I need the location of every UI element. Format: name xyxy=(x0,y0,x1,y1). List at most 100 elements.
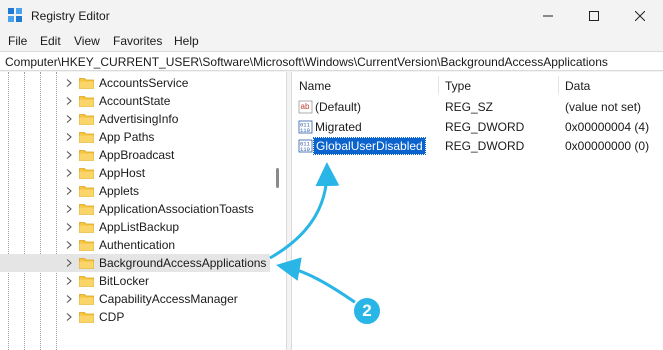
close-button[interactable] xyxy=(617,0,663,31)
minimize-icon xyxy=(543,15,553,16)
folder-icon xyxy=(79,312,94,323)
tree-item[interactable]: Applets xyxy=(0,182,270,200)
value-data: (value not set) xyxy=(565,100,642,114)
tree-item-label: CapabilityAccessManager xyxy=(99,292,238,306)
tree-item-label: App Paths xyxy=(99,130,155,144)
maximize-button[interactable] xyxy=(571,0,617,31)
folder-icon xyxy=(79,168,94,179)
value-row[interactable]: 011 110 GlobalUserDisabled REG_DWORD 0x00000… xyxy=(292,137,663,156)
tree-item-label: AppHost xyxy=(99,166,146,180)
folder-icon xyxy=(79,114,94,125)
chevron-right-icon[interactable] xyxy=(66,97,72,105)
chevron-right-icon[interactable] xyxy=(66,151,72,159)
value-type: REG_SZ xyxy=(445,100,494,114)
menu-bar: File Edit View Favorites Help xyxy=(0,31,663,51)
tree-item[interactable]: BitLocker xyxy=(0,272,270,290)
menu-favorites[interactable]: Favorites xyxy=(113,34,162,48)
binary-value-icon: 011110 xyxy=(298,120,313,134)
tree-item[interactable]: AccountState xyxy=(0,92,270,110)
folder-icon xyxy=(79,222,94,233)
value-data: 0x00000000 (0) xyxy=(565,139,650,153)
value-row[interactable]: 011 110 Migrated REG_DWORD 0x00000004 (4) xyxy=(292,118,663,137)
menu-help[interactable]: Help xyxy=(174,34,199,48)
binary-value-icon: 011110 xyxy=(298,139,313,153)
chevron-right-icon[interactable] xyxy=(66,241,72,249)
tree-item[interactable]: Authentication xyxy=(0,236,270,254)
column-divider[interactable] xyxy=(438,76,439,94)
menu-file[interactable]: File xyxy=(8,34,27,48)
tree-item[interactable]: AdvertisingInfo xyxy=(0,110,270,128)
tree-item-label: AdvertisingInfo xyxy=(99,112,179,126)
tree-item[interactable]: AppHost xyxy=(0,164,270,182)
chevron-right-icon[interactable] xyxy=(66,187,72,195)
chevron-right-icon[interactable] xyxy=(66,115,72,123)
column-header-type[interactable]: Type xyxy=(445,79,471,93)
chevron-right-icon[interactable] xyxy=(66,205,72,213)
tree-item[interactable]: CDP xyxy=(0,308,270,326)
step-badge: 2 xyxy=(352,296,382,326)
svg-text:110: 110 xyxy=(300,146,310,153)
maximize-icon xyxy=(589,10,599,21)
svg-text:ab: ab xyxy=(301,102,310,111)
chevron-right-icon[interactable] xyxy=(66,133,72,141)
column-header-data[interactable]: Data xyxy=(565,79,590,93)
tree-item-label: AppBroadcast xyxy=(99,148,175,162)
value-name[interactable]: GlobalUserDisabled xyxy=(313,137,426,155)
string-value-icon: ab xyxy=(298,100,313,114)
svg-text:110: 110 xyxy=(300,127,310,134)
folder-icon xyxy=(79,96,94,107)
tree-item-label: Applets xyxy=(99,184,140,198)
chevron-right-icon[interactable] xyxy=(66,223,72,231)
tree-item[interactable]: AccountsService xyxy=(0,74,270,92)
scroll-thumb[interactable] xyxy=(276,168,279,188)
tree-item[interactable]: AppBroadcast xyxy=(0,146,270,164)
value-data: 0x00000004 (4) xyxy=(565,119,650,134)
registry-editor-icon xyxy=(8,8,22,22)
close-icon xyxy=(635,10,645,21)
value-type: REG_DWORD xyxy=(445,119,525,134)
tree-item[interactable]: AppListBackup xyxy=(0,218,270,236)
tree-item-label: AccountState xyxy=(99,94,171,108)
address-bar[interactable]: Computer\HKEY_CURRENT_USER\Software\Micr… xyxy=(0,51,663,71)
title-bar: Registry Editor xyxy=(0,0,663,31)
value-name[interactable]: (Default) xyxy=(314,100,362,114)
window-title: Registry Editor xyxy=(31,9,110,23)
chevron-right-icon[interactable] xyxy=(66,79,72,87)
chevron-right-icon[interactable] xyxy=(66,313,72,321)
menu-edit[interactable]: Edit xyxy=(40,34,61,48)
column-divider[interactable] xyxy=(558,76,559,94)
folder-icon xyxy=(79,78,94,89)
tree-item-label: ApplicationAssociationToasts xyxy=(99,202,254,216)
value-name[interactable]: Migrated xyxy=(314,120,363,134)
chevron-right-icon[interactable] xyxy=(66,277,72,285)
value-list[interactable]: Name Type Data ab (Default) REG_SZ (value n… xyxy=(291,72,663,350)
chevron-right-icon[interactable] xyxy=(66,295,72,303)
folder-icon xyxy=(79,276,94,287)
tree-item-label: BackgroundAccessApplications xyxy=(99,256,267,270)
folder-icon xyxy=(79,132,94,143)
tree-scrollbar[interactable] xyxy=(271,72,285,350)
tree-item-label: CDP xyxy=(99,310,125,324)
menu-view[interactable]: View xyxy=(74,34,100,48)
value-type: REG_DWORD xyxy=(445,139,525,153)
address-path: Computer\HKEY_CURRENT_USER\Software\Micr… xyxy=(5,55,608,69)
value-row[interactable]: ab (Default) REG_SZ (value not set) xyxy=(292,98,663,117)
tree-item[interactable]: App Paths xyxy=(0,128,270,146)
column-header-name[interactable]: Name xyxy=(299,79,331,93)
key-tree[interactable]: AccountsService AccountState AdvertisingIn… xyxy=(0,72,287,350)
folder-icon xyxy=(79,240,94,251)
minimize-button[interactable] xyxy=(525,0,571,31)
tree-item[interactable]: ApplicationAssociationToasts xyxy=(0,200,270,218)
tree-item-label: Authentication xyxy=(99,238,176,252)
tree-item-label: AppListBackup xyxy=(99,220,180,234)
tree-item[interactable]: BackgroundAccessApplications xyxy=(0,254,270,272)
chevron-right-icon[interactable] xyxy=(66,169,72,177)
tree-item-label: BitLocker xyxy=(99,274,150,288)
folder-icon xyxy=(79,294,94,305)
tree-item[interactable]: CapabilityAccessManager xyxy=(0,290,270,308)
folder-icon xyxy=(79,150,94,161)
folder-icon xyxy=(79,186,94,197)
folder-icon xyxy=(79,258,94,269)
chevron-right-icon[interactable] xyxy=(66,259,72,267)
tree-item-label: AccountsService xyxy=(99,76,189,90)
